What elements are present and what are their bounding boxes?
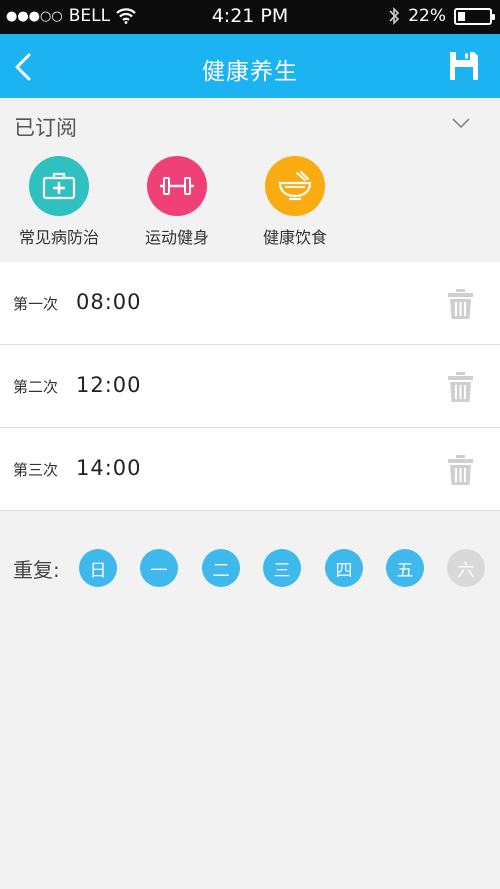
trash-icon[interactable] [447, 454, 474, 486]
status-right: 22% [388, 6, 495, 26]
dumbbell-icon [160, 177, 194, 195]
day-toggle-fri[interactable]: 五 [386, 549, 424, 587]
reminder-time[interactable]: 14:00 [76, 456, 142, 480]
category-item-fitness[interactable]: 运动健身 [117, 156, 237, 248]
category-list: 常见病防治 运动健身 健康饮食 [0, 156, 500, 251]
nav-bar: 健康养生 [0, 34, 500, 98]
category-icon-circle [147, 156, 207, 216]
subscribed-title: 已订阅 [14, 116, 77, 140]
trash-icon[interactable] [447, 371, 474, 403]
day-toggle-thu[interactable]: 四 [325, 549, 363, 587]
battery-icon [454, 7, 495, 25]
reminder-row[interactable]: 第二次 12:00 [0, 345, 500, 428]
reminder-time[interactable]: 12:00 [76, 373, 142, 397]
page-title: 健康养生 [202, 59, 298, 85]
category-label: 常见病防治 [18, 228, 99, 247]
category-label: 健康饮食 [262, 228, 327, 247]
reminder-label: 第二次 [13, 378, 59, 396]
reminder-row[interactable]: 第三次 14:00 [0, 428, 500, 511]
category-item-disease[interactable]: 常见病防治 [0, 156, 119, 248]
medical-kit-icon [42, 172, 76, 200]
battery-fill [458, 11, 465, 21]
bowl-icon [278, 171, 312, 201]
reminder-label: 第一次 [13, 295, 59, 313]
day-toggle-sat[interactable]: 六 [447, 549, 485, 587]
chevron-down-icon[interactable] [451, 116, 471, 130]
repeat-label: 重复: [13, 558, 60, 582]
status-bar: ●●●○○ BELL 4:21 PM 22% [0, 0, 500, 34]
save-icon[interactable] [448, 50, 480, 82]
day-toggle-wed[interactable]: 三 [263, 549, 301, 587]
reminder-list: 第一次 08:00 第二次 12:00 第三次 14:00 [0, 262, 500, 511]
trash-icon[interactable] [447, 288, 474, 320]
reminder-row[interactable]: 第一次 08:00 [0, 262, 500, 345]
category-icon-circle [29, 156, 89, 216]
category-icon-circle [265, 156, 325, 216]
category-item-diet[interactable]: 健康饮食 [235, 156, 355, 248]
day-toggle-mon[interactable]: 一 [140, 549, 178, 587]
repeat-days: 重复: 日 一 二 三 四 五 六 [0, 547, 500, 589]
bluetooth-icon [389, 7, 400, 25]
reminder-label: 第三次 [13, 461, 59, 479]
day-toggle-tue[interactable]: 二 [202, 549, 240, 587]
day-toggle-sun[interactable]: 日 [79, 549, 117, 587]
battery-percent: 22% [408, 6, 446, 26]
reminder-time[interactable]: 08:00 [76, 290, 142, 314]
category-label: 运动健身 [144, 228, 209, 247]
